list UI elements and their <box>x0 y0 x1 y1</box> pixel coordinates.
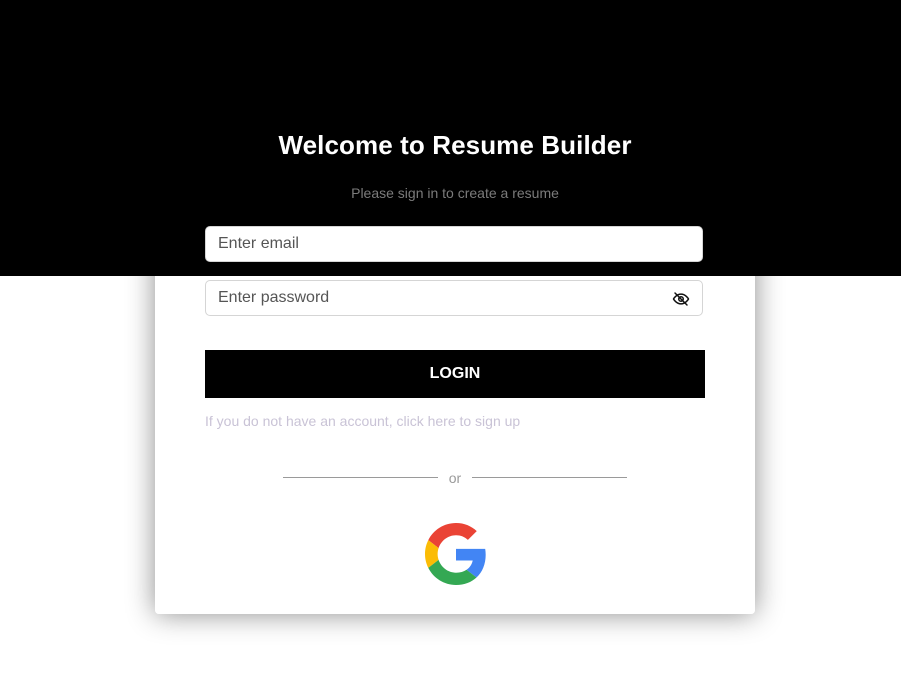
signup-link[interactable]: If you do not have an account, click her… <box>205 413 520 429</box>
email-field-container <box>205 226 703 262</box>
password-field[interactable] <box>206 281 702 315</box>
login-card: Welcome to Resume Builder Please sign in… <box>155 100 755 614</box>
divider-text: or <box>448 470 462 486</box>
or-divider: or <box>283 470 627 486</box>
eye-slash-icon[interactable] <box>672 290 690 308</box>
page-title: Welcome to Resume Builder <box>278 130 632 160</box>
google-sign-in-button[interactable] <box>425 523 487 585</box>
google-icon <box>425 523 486 585</box>
login-page: Welcome to Resume Builder Please sign in… <box>0 0 901 680</box>
login-button[interactable]: LOGIN <box>205 350 705 398</box>
email-field[interactable] <box>206 227 702 261</box>
password-field-container <box>205 280 703 316</box>
page-subtitle: Please sign in to create a resume <box>351 185 559 201</box>
divider-line-right <box>472 477 627 478</box>
